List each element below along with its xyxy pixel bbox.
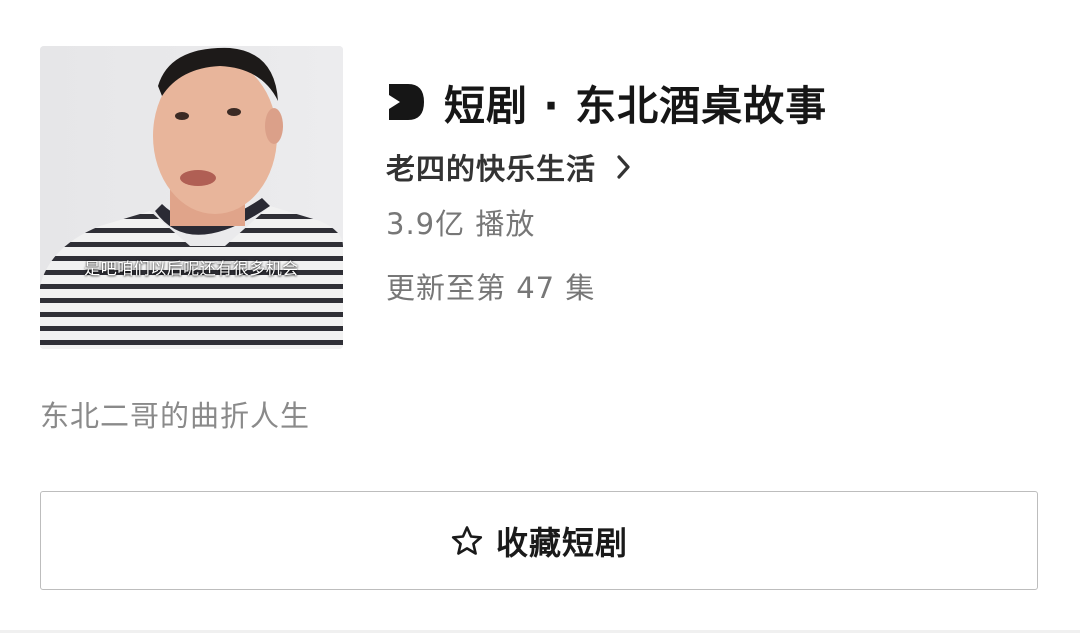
author-link[interactable]: 老四的快乐生活 (386, 145, 632, 189)
short-drama-play-icon (386, 82, 426, 122)
thumbnail-image (40, 46, 343, 349)
episode-status: 更新至第 47 集 (386, 271, 596, 305)
author-name: 老四的快乐生活 (386, 152, 597, 186)
thumbnail-subtitle: 是吧咱们以后呢还有很多机会 (84, 259, 299, 278)
star-outline-icon (450, 524, 484, 558)
drama-thumbnail[interactable]: 是吧咱们以后呢还有很多机会 (40, 46, 343, 349)
chevron-right-icon (616, 154, 632, 180)
drama-description: 东北二哥的曲折人生 (40, 399, 311, 433)
play-count: 3.9亿 播放 (386, 207, 536, 241)
drama-title: 短剧 · 东北酒桌故事 (444, 82, 828, 130)
collect-button-label: 收藏短剧 (495, 523, 628, 562)
drama-title-row[interactable]: 短剧 · 东北酒桌故事 (386, 74, 827, 130)
collect-drama-button[interactable]: 收藏短剧 (40, 491, 1038, 590)
short-drama-card: 是吧咱们以后呢还有很多机会 短剧 · 东北酒桌故事 老四的快乐生活 3.9亿 播… (0, 0, 1080, 633)
